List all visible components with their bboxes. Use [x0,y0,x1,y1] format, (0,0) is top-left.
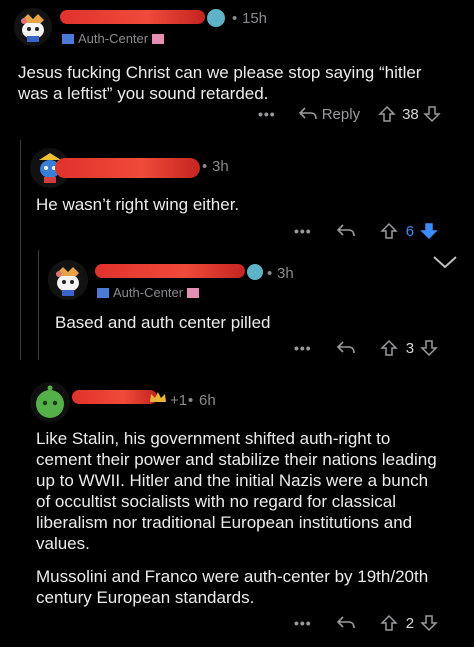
comment-line: cement their power and stabilize their n… [36,450,437,469]
comment-actions: ••• 2 [294,611,438,635]
comment-line: up to WWII. Hitler and the initial Nazis… [36,471,429,490]
flair-square-icon [62,33,74,44]
separator: • [232,10,238,27]
flair-square-icon [97,287,109,298]
downvote-arrow-icon [420,615,438,632]
avatar[interactable] [30,382,70,422]
downvote-arrow-icon [420,223,438,240]
upvote-button[interactable] [379,222,398,240]
separator: • [267,265,273,282]
emoji-icon [247,264,263,280]
separator: • [188,392,194,409]
avatar[interactable] [14,8,52,46]
comment-actions: ••• 3 [294,336,438,360]
comment-line: century European standards. [36,588,255,607]
comment-body: Jesus fucking Christ can we please stop … [18,62,458,104]
thread-line[interactable] [38,250,39,360]
username-redacted [60,10,205,24]
comment-line: was a leftist” you sound retarded. [18,84,269,103]
upvote-arrow-icon [379,339,398,356]
comment-actions: ••• 6 [294,219,438,243]
flair-square-icon [187,287,200,298]
comment-body: Based and auth center pilled [55,312,455,333]
reply-button[interactable]: Reply [298,106,360,123]
vote-count: 3 [405,339,415,357]
comment-actions: ••• Reply 38 [258,102,441,126]
reply-button[interactable] [336,615,356,631]
award-crown-icon [148,390,168,409]
avatar[interactable] [48,260,88,300]
downvote-arrow-icon [420,340,438,357]
downvote-button[interactable] [420,339,438,357]
thread-line[interactable] [20,140,21,360]
more-options-button[interactable]: ••• [294,615,312,631]
flair-label: Auth-Center [113,285,184,300]
award-count: +1 [170,392,188,409]
upvote-button[interactable] [378,105,396,123]
vote-count: 6 [405,222,415,240]
downvote-button[interactable] [422,105,441,123]
username-redacted [72,390,157,404]
comment-body: Like Stalin, his government shifted auth… [36,428,466,608]
comment-time: 15h [242,10,268,27]
reply-arrow-icon [336,341,355,354]
upvote-arrow-icon [379,222,398,239]
more-options-button[interactable]: ••• [258,106,276,122]
upvote-arrow-icon [378,105,396,122]
snoo-avatar-icon [48,260,88,300]
more-options-button[interactable]: ••• [294,223,312,239]
reply-button[interactable] [336,223,356,239]
comment-body: He wasn’t right wing either. [36,194,456,215]
separator: • [202,158,208,175]
vote-count: 38 [402,105,419,123]
reply-arrow-icon [336,224,355,237]
comment-line: Jesus fucking Christ can we please stop … [18,63,422,82]
reply-button[interactable] [336,340,356,356]
upvote-arrow-icon [379,614,398,631]
comment-line: Like Stalin, his government shifted auth… [36,429,391,448]
collapse-chevron-icon[interactable] [432,254,458,272]
username-redacted [95,264,245,278]
user-flair: Auth-Center [62,31,165,46]
username-redacted [55,158,200,178]
comment-line: Mussolini and Franco were auth-center by… [36,567,429,586]
flair-square-icon [152,33,165,44]
flair-label: Auth-Center [78,31,149,46]
upvote-button[interactable] [379,614,398,632]
comment-line: liberalism nor traditional European inst… [36,513,413,532]
vote-count: 2 [405,614,415,632]
snoo-avatar-icon [14,8,52,46]
downvote-arrow-icon [422,106,441,123]
downvote-button[interactable] [420,222,438,240]
emoji-icon [207,9,225,27]
reply-arrow-icon [298,107,317,120]
comment-line: values. [36,534,90,553]
downvote-button[interactable] [420,614,438,632]
comment-line: He wasn’t right wing either. [36,195,240,214]
snoo-avatar-icon [30,382,70,422]
reply-arrow-icon [336,616,355,629]
comment-time: 3h [277,265,294,282]
upvote-button[interactable] [379,339,398,357]
comment-line: Based and auth center pilled [55,313,271,332]
comment-time: 3h [212,158,229,175]
more-options-button[interactable]: ••• [294,340,312,356]
comment-line: of occultist socialists with no regard f… [36,492,396,511]
comment-time: 6h [199,392,216,409]
reply-label: Reply [321,105,361,123]
user-flair: Auth-Center [97,285,200,300]
